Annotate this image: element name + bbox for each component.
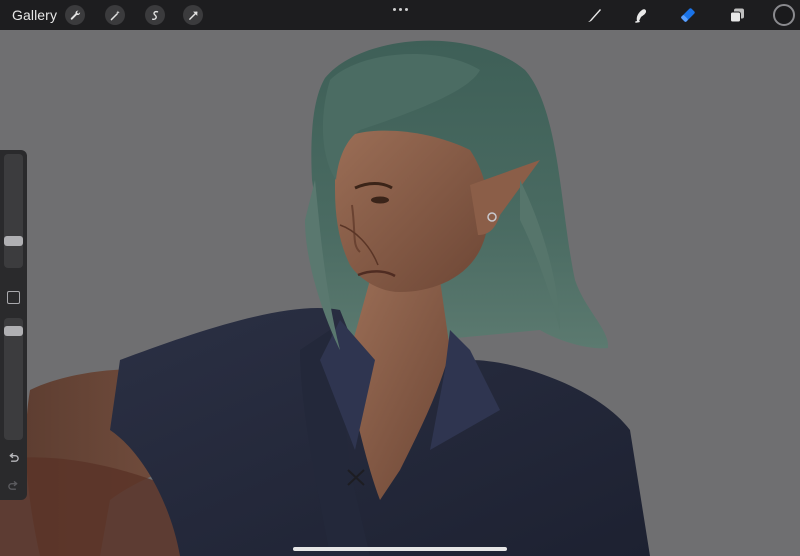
home-indicator — [293, 547, 507, 551]
transform-button[interactable] — [183, 5, 203, 25]
redo-icon — [8, 481, 18, 490]
selection-icon — [151, 10, 158, 20]
smudge-button[interactable] — [630, 4, 652, 26]
more-dots-icon[interactable] — [390, 4, 410, 14]
layers-icon — [730, 8, 744, 23]
top-toolbar: Gallery — [0, 0, 800, 30]
brush-button[interactable] — [583, 4, 605, 26]
undo-button[interactable] — [6, 450, 21, 465]
eraser-button[interactable] — [677, 4, 699, 26]
adjustments-button[interactable] — [105, 5, 125, 25]
brush-size-thumb[interactable] — [4, 236, 23, 246]
color-picker[interactable] — [773, 4, 795, 26]
smudge-icon — [635, 9, 647, 23]
wrench-icon — [70, 10, 80, 20]
modify-button[interactable] — [7, 291, 20, 304]
magic-wand-icon — [110, 10, 120, 20]
opacity-slider[interactable] — [4, 318, 23, 440]
redo-button[interactable] — [6, 478, 21, 493]
eraser-icon — [681, 8, 695, 22]
actions-button[interactable] — [65, 5, 85, 25]
selection-button[interactable] — [145, 5, 165, 25]
drawing-canvas[interactable] — [0, 30, 800, 556]
brush-size-slider[interactable] — [4, 154, 23, 268]
layers-button[interactable] — [726, 4, 748, 26]
transform-icon — [188, 11, 197, 20]
artwork-illustration — [0, 30, 800, 556]
left-sidebar — [0, 150, 27, 500]
brush-icon — [588, 9, 601, 22]
gallery-button[interactable]: Gallery — [12, 7, 57, 23]
opacity-thumb[interactable] — [4, 326, 23, 336]
undo-icon — [9, 453, 19, 462]
